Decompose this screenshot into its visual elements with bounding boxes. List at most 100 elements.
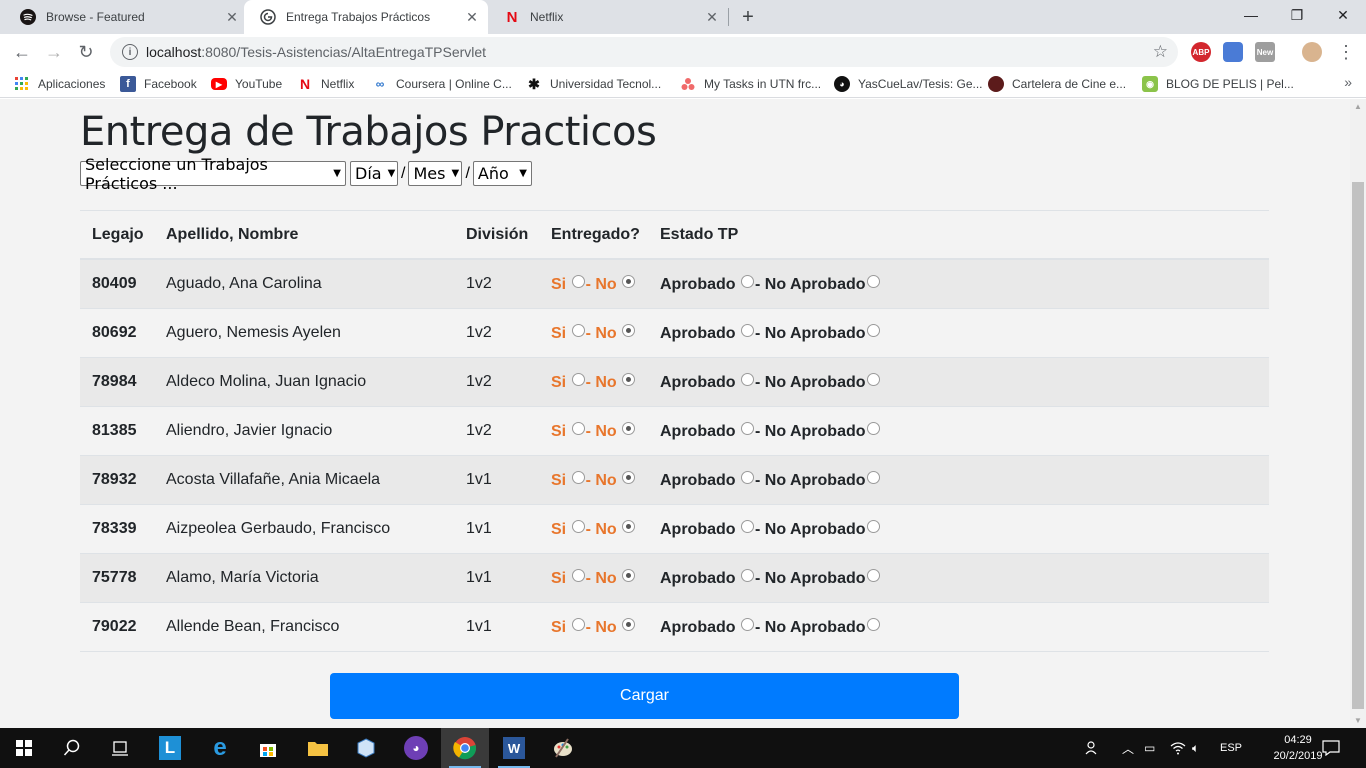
entregado-si-radio[interactable] (571, 323, 585, 337)
no-aprobado-radio[interactable] (866, 421, 880, 435)
volume-icon[interactable]: 🔈︎ (1192, 728, 1199, 768)
no-aprobado-radio[interactable] (866, 323, 880, 337)
more-bookmarks-icon[interactable]: » (1344, 74, 1352, 90)
no-aprobado-radio[interactable] (866, 470, 880, 484)
aprobado-radio[interactable] (741, 323, 754, 337)
bookmark-netflix[interactable]: N Netflix (297, 74, 354, 94)
menu-kebab-icon[interactable]: ⋮ (1332, 38, 1360, 66)
cube-icon[interactable] (1223, 42, 1243, 62)
cargar-button[interactable]: Cargar (330, 673, 959, 719)
entregado-si-radio[interactable] (571, 617, 585, 631)
dash-label: - (755, 618, 765, 636)
aprobado-radio[interactable] (741, 617, 754, 631)
aprobado-radio[interactable] (741, 274, 754, 288)
task-view-icon[interactable] (96, 728, 144, 768)
no-aprobado-radio[interactable] (866, 519, 880, 533)
tab-browse-featured[interactable]: Browse - Featured ✕ (4, 0, 248, 34)
entregado-si-radio[interactable] (571, 372, 585, 386)
entregado-si-radio[interactable] (571, 274, 585, 288)
tp-select[interactable]: Seleccione un Trabajos Prácticos ... ▼ (80, 155, 346, 193)
aprobado-radio[interactable] (741, 519, 754, 533)
bookmark-coursera[interactable]: ∞ Coursera | Online C... (372, 74, 512, 94)
bookmark-aplicaciones[interactable]: Aplicaciones (14, 74, 105, 94)
close-icon[interactable]: ✕ (462, 7, 482, 27)
github-desktop-icon[interactable]: ◕ (392, 728, 440, 768)
back-button[interactable]: ← (8, 38, 36, 66)
entregado-si-radio[interactable] (571, 568, 585, 582)
show-hidden-icons-icon[interactable]: ︿ (1122, 728, 1134, 768)
close-window-button[interactable]: ✕ (1320, 0, 1366, 30)
no-aprobado-radio[interactable] (866, 617, 880, 631)
edge-icon[interactable]: e (196, 728, 244, 768)
no-aprobado-radio[interactable] (866, 372, 880, 386)
aprobado-radio[interactable] (741, 470, 754, 484)
entregado-no-radio[interactable] (622, 617, 636, 631)
bookmark-facebook[interactable]: f Facebook (120, 74, 197, 94)
adblock-icon[interactable]: ABP (1191, 42, 1211, 62)
virtualbox-icon[interactable] (342, 728, 390, 768)
people-icon[interactable] (1084, 728, 1102, 768)
bookmark-youtube[interactable]: ▶ YouTube (211, 74, 282, 94)
scroll-up-icon[interactable]: ▲ (1354, 102, 1362, 111)
address-bar[interactable]: i localhost:8080/Tesis-Asistencias/AltaE… (110, 37, 1178, 67)
file-explorer-icon[interactable] (294, 728, 342, 768)
youtube-icon: ▶ (211, 78, 227, 90)
bookmark-asana[interactable]: My Tasks in UTN frc... (680, 74, 821, 94)
forward-button[interactable]: → (40, 38, 68, 66)
chrome-icon[interactable] (441, 728, 489, 768)
close-icon[interactable]: ✕ (222, 7, 242, 27)
entregado-no-radio[interactable] (622, 568, 636, 582)
store-icon[interactable] (244, 728, 292, 768)
entregado-no-radio[interactable] (622, 323, 636, 337)
tab-netflix[interactable]: N Netflix ✕ (488, 0, 728, 34)
no-aprobado-radio[interactable] (866, 274, 880, 288)
scrollbar-thumb[interactable] (1352, 182, 1364, 709)
day-select[interactable]: Día ▼ (350, 161, 398, 186)
entregado-no-radio[interactable] (622, 274, 636, 288)
aprobado-radio[interactable] (741, 372, 754, 386)
no-aprobado-radio[interactable] (866, 568, 880, 582)
bookmark-cartelera[interactable]: Cartelera de Cine e... (988, 74, 1126, 94)
no-aprobado-label: No Aprobado (764, 422, 866, 440)
system-clock[interactable]: 04:29 20/2/2019 (1268, 732, 1328, 764)
entregado-si-radio[interactable] (571, 470, 585, 484)
windows-start-icon[interactable] (0, 728, 48, 768)
page-scrollbar[interactable]: ▲ ▼ (1350, 99, 1366, 728)
spotify-icon (20, 9, 36, 25)
bookmark-blog-pelis[interactable]: ◉ BLOG DE PELIS | Pel... (1142, 74, 1294, 94)
entregado-si-radio[interactable] (571, 519, 585, 533)
search-icon[interactable] (48, 728, 96, 768)
scroll-down-icon[interactable]: ▼ (1354, 716, 1362, 725)
app-l-icon[interactable]: L (146, 728, 194, 768)
paint-icon[interactable] (539, 728, 587, 768)
entregado-si-radio[interactable] (571, 421, 585, 435)
tab-entrega-trabajos[interactable]: Entrega Trabajos Prácticos ✕ (244, 0, 488, 34)
word-icon[interactable]: W (490, 728, 538, 768)
dash-label: - (755, 373, 765, 391)
new-tab-button[interactable]: + (736, 5, 760, 29)
new-extension-icon[interactable]: New (1255, 42, 1275, 62)
notifications-icon[interactable] (1322, 728, 1340, 768)
year-select[interactable]: Año ▼ (472, 161, 532, 186)
info-icon[interactable]: i (122, 44, 138, 60)
bookmark-github[interactable]: ◕ YasCueLav/Tesis: Ge... (834, 74, 983, 94)
entregado-no-radio[interactable] (622, 372, 636, 386)
battery-icon[interactable]: ▭ (1144, 728, 1155, 768)
minimize-button[interactable]: — (1228, 0, 1274, 30)
wifi-icon[interactable] (1170, 728, 1186, 768)
tab-strip: Browse - Featured ✕ Entrega Trabajos Prá… (0, 0, 1366, 34)
reload-button[interactable]: ↻ (72, 38, 100, 66)
no-aprobado-label: No Aprobado (764, 618, 866, 636)
aprobado-radio[interactable] (741, 568, 754, 582)
entregado-no-radio[interactable] (622, 421, 636, 435)
restore-button[interactable]: ❐ (1274, 0, 1320, 30)
month-select[interactable]: Mes ▼ (408, 161, 463, 186)
entregado-no-radio[interactable] (622, 519, 636, 533)
aprobado-radio[interactable] (741, 421, 754, 435)
bookmark-utn[interactable]: ✱ Universidad Tecnol... (526, 74, 661, 94)
entregado-no-radio[interactable] (622, 470, 636, 484)
avatar[interactable] (1302, 42, 1322, 62)
bookmark-star-icon[interactable]: ☆ (1153, 42, 1168, 62)
close-icon[interactable]: ✕ (702, 7, 722, 27)
language-indicator[interactable]: ESP (1220, 728, 1242, 768)
